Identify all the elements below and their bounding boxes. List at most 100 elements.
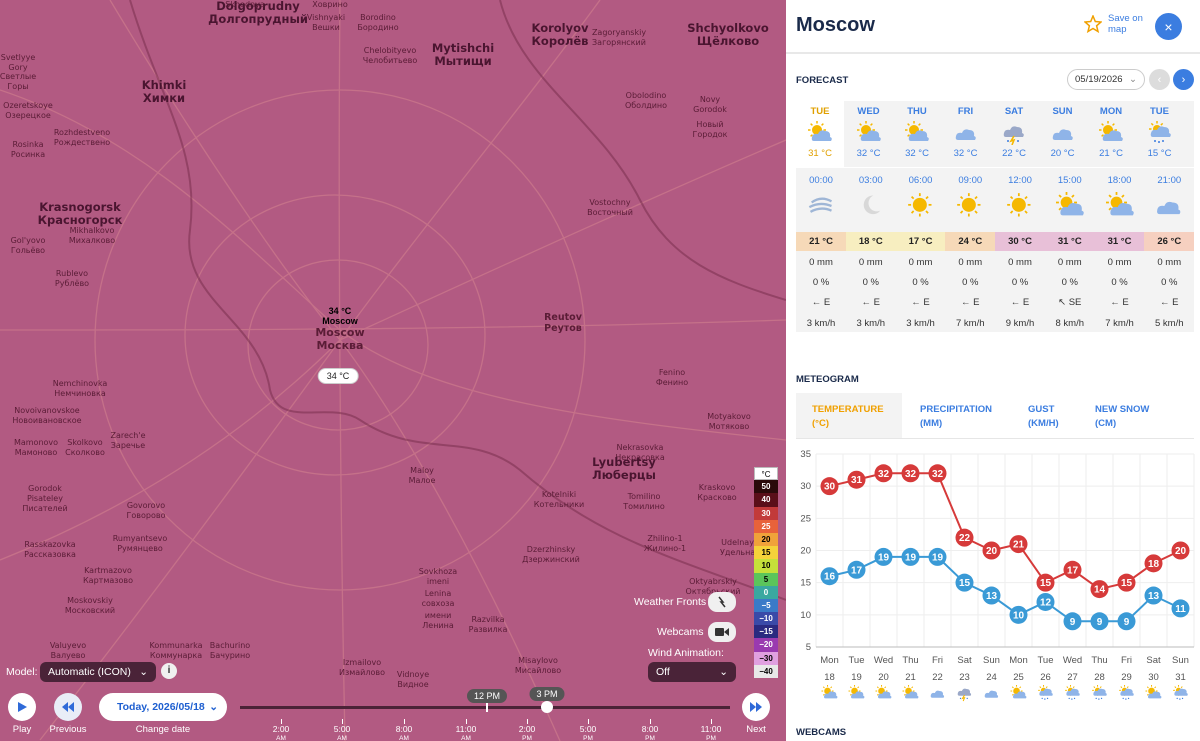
timeline-label[interactable]: 2:00 PM	[519, 725, 536, 741]
x-tick-weekday: Sun	[983, 655, 1000, 666]
tab-meteogram[interactable]: NEW SNOW (CM)	[1079, 393, 1189, 438]
timeline-track[interactable]	[240, 706, 730, 709]
day-column[interactable]: SUN 20 °C	[1039, 101, 1087, 167]
map-place-label: Novoivanovskoe Новоивановское	[12, 406, 81, 426]
next-button[interactable]	[742, 693, 770, 721]
map-place-label: Светлые Горы	[0, 72, 36, 92]
place-name-cyrillic: Томилино	[623, 502, 665, 511]
forecast-date-select[interactable]: 05/19/2026 ⌄	[1067, 69, 1145, 90]
save-on-map-button[interactable]: Save on map	[1084, 13, 1152, 35]
map-place-label: Korolyov Королёв	[531, 22, 588, 48]
place-name-latin: Razvilka	[471, 615, 505, 624]
date-picker[interactable]: Today, 2026/05/18 ⌄	[99, 693, 227, 721]
day-column[interactable]: FRI 32 °C	[942, 101, 990, 167]
day-column[interactable]: THU 32 °C	[893, 101, 941, 167]
place-name-cyrillic: Gorodok	[693, 105, 727, 114]
legend-item: −5	[754, 598, 778, 613]
sun-cloud-icon	[796, 117, 844, 147]
weather-fronts-toggle[interactable]	[708, 592, 736, 612]
x-tick-day: 24	[986, 672, 997, 683]
place-name-latin: Misaylovo	[518, 656, 558, 665]
map-place-label: Gol'yovo Гольёво	[11, 236, 46, 256]
place-name-latin: Светлые	[0, 72, 37, 81]
place-name-cyrillic: Мытищи	[434, 54, 492, 68]
place-name-latin: Vostochny	[589, 198, 631, 207]
day-column[interactable]: TUE 31 °C	[796, 101, 844, 167]
tab-meteogram[interactable]: PRECIPITATION (MM)	[904, 393, 1010, 438]
place-name-cyrillic: Румянцево	[117, 544, 163, 553]
close-button[interactable]: ×	[1155, 13, 1182, 40]
play-button[interactable]	[8, 693, 36, 721]
timeline-label[interactable]: 8:00 AM	[396, 725, 413, 741]
model-select[interactable]: Automatic (ICON) ⌄	[40, 662, 156, 682]
info-icon[interactable]: i	[161, 663, 177, 679]
hour-precip: 0 mm	[1107, 257, 1132, 268]
place-name-latin: Fenino	[658, 368, 686, 377]
y-tick-label: 5	[806, 642, 811, 653]
data-label-max: 32	[878, 469, 890, 480]
tab-meteogram[interactable]: TEMPERATURE (°C)	[796, 393, 902, 438]
front-icon	[718, 596, 726, 608]
hour-time: 00:00	[809, 175, 833, 186]
day-column[interactable]: TUE 15 °C	[1136, 101, 1184, 167]
temperature-pill[interactable]: 34 °C	[317, 368, 359, 384]
webcams-toggle[interactable]	[708, 622, 736, 642]
timeline-label[interactable]: 2:00 AM	[273, 725, 290, 741]
place-name-cyrillic: Ленина	[422, 621, 454, 630]
place-name-cyrillic: Сколково	[65, 448, 105, 457]
hour-wind-dir: ← E	[1160, 297, 1179, 308]
timeline-label[interactable]: 5:00 PM	[580, 725, 597, 741]
map-place-label: Valuyevo Валуево	[50, 641, 86, 661]
map-place-label: Khimki Химки	[142, 79, 187, 105]
place-name-latin: Izmailovo	[342, 658, 382, 667]
map-place-label: Skhodnya	[225, 0, 264, 10]
marker-temp: 34 °C	[328, 306, 352, 316]
chevron-left-icon: ‹	[1157, 73, 1162, 86]
timeline-label[interactable]: 8:00 PM	[642, 725, 659, 741]
legend-item: −15	[754, 625, 778, 639]
place-name-cyrillic: Озерецкое	[5, 111, 51, 120]
previous-button[interactable]	[54, 693, 82, 721]
y-tick-label: 15	[800, 578, 811, 589]
hour-column: 21:00 26 °C 0 mm 0 % ← E 5 km/h	[1144, 168, 1195, 332]
place-name-cyrillic: Видное	[397, 680, 429, 689]
wind-animation-select[interactable]: Off ⌄	[648, 662, 736, 682]
place-name-cyrillic: Бачурино	[209, 651, 251, 660]
day-name: THU	[907, 106, 927, 117]
legend-item: 0	[754, 585, 778, 599]
legend-item: 30	[754, 506, 778, 520]
day-column[interactable]: MON 21 °C	[1087, 101, 1135, 167]
weather-map[interactable]: Dolgoprudny Долгопрудный Skhodnya Ховрино Vi…	[0, 0, 786, 741]
map-place-label: Novy Gorodok	[693, 95, 727, 115]
next-day-button[interactable]: ›	[1173, 69, 1194, 90]
timeline-label[interactable]: 11:00 AM	[456, 725, 477, 741]
tab-meteogram[interactable]: GUST (KM/H)	[1012, 393, 1077, 438]
day-column[interactable]: WED 32 °C	[845, 101, 893, 167]
place-name-cyrillic: Валуево	[50, 651, 86, 660]
meteogram-tabs: TEMPERATURE (°C) PRECIPITATION (MM) GUST (KM/…	[796, 393, 1194, 439]
place-name-cyrillic: Химки	[142, 91, 186, 105]
prev-day-button[interactable]: ‹	[1149, 69, 1170, 90]
chevron-down-icon: ⌄	[209, 701, 218, 713]
hour-wind-speed: 3 km/h	[856, 318, 885, 329]
timeline-label[interactable]: 11:00 PM	[701, 725, 722, 741]
map-place-label: Izmailovo Измайлово	[339, 658, 385, 678]
day-temp: 20 °C	[1050, 148, 1075, 159]
place-name-cyrillic: совхоза	[421, 599, 455, 608]
day-temp: 21 °C	[1099, 148, 1123, 159]
timeline-label[interactable]: 5:00 AM	[334, 725, 351, 741]
map-place-label: Gorodok	[28, 484, 62, 494]
hour-precip: 0 mm	[1057, 257, 1082, 268]
hour-time: 15:00	[1057, 175, 1082, 186]
map-place-label: Rumyantsevo Румянцево	[113, 534, 168, 554]
day-column[interactable]: SAT 22 °C	[990, 101, 1038, 167]
data-label-max: 30	[824, 482, 836, 493]
timeline-handle[interactable]	[541, 701, 553, 713]
cloud-icon	[1144, 192, 1194, 223]
place-name-latin: Vishnyaki	[306, 13, 346, 22]
place-name-cyrillic: Московский	[64, 606, 116, 615]
place-name-cyrillic: Городок	[692, 130, 728, 139]
hour-wind-speed: 3 km/h	[806, 318, 836, 329]
location-marker[interactable]: 34 °C Moscow	[322, 306, 358, 326]
legend-item: 10	[754, 559, 778, 573]
